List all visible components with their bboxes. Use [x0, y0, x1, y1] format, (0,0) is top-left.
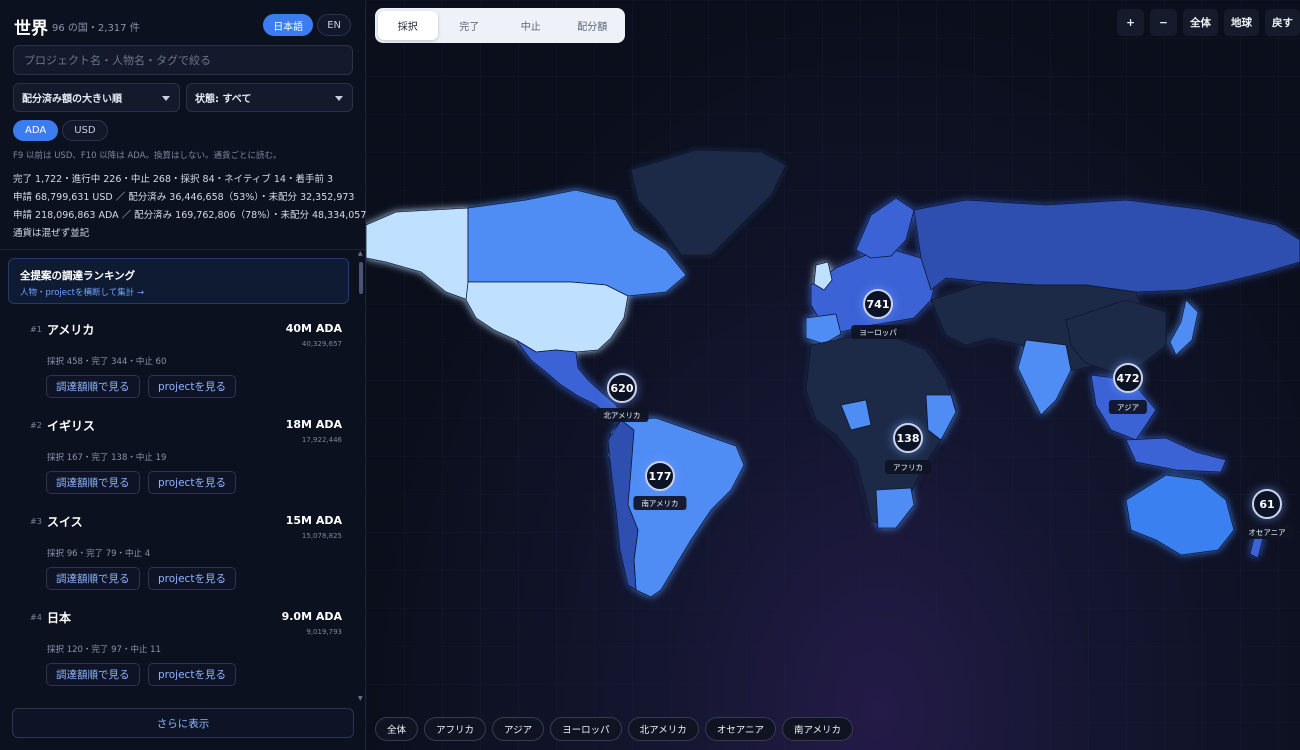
scrollbar-thumb[interactable]	[359, 262, 363, 294]
view-by-funding-button[interactable]: 調達額順で見る	[46, 663, 140, 686]
ranking-card-link[interactable]: 人物・projectを横断して集計 →	[20, 286, 144, 298]
fit-all-button[interactable]: 全体	[1183, 9, 1218, 36]
view-projects-button[interactable]: projectを見る	[148, 663, 236, 686]
cluster-label-oceania: オセアニア	[1240, 525, 1294, 539]
cluster-marker-south-america[interactable]: 177	[645, 461, 675, 491]
rank-amount: 40M ADA	[285, 322, 342, 335]
chevron-down-icon	[335, 96, 343, 101]
show-more-button[interactable]: さらに表示	[12, 708, 354, 738]
region-chip-south-america[interactable]: 南アメリカ	[782, 717, 854, 741]
cluster-marker-europe[interactable]: 741	[863, 289, 893, 319]
divider	[0, 249, 365, 250]
world-map[interactable]: 採択 完了 中止 配分額 + − 全体 地球 戻す 741 ヨーロッパ 620 …	[366, 0, 1300, 750]
status-select[interactable]: 状態: すべて	[186, 83, 353, 112]
stats-ada-line: 申請 218,096,863 ADA ／ 配分済み 169,762,806（78…	[13, 210, 367, 221]
tab-adopted[interactable]: 採択	[378, 11, 438, 40]
sort-select-value: 配分済み額の大きい順	[22, 94, 122, 105]
cluster-label-south-america: 南アメリカ	[633, 496, 687, 510]
metric-tabs: 採択 完了 中止 配分額	[375, 8, 625, 43]
rank-detail: 採択 167・完了 138・中止 19	[47, 453, 167, 463]
rank-country: スイス	[47, 515, 83, 529]
cluster-marker-oceania[interactable]: 61	[1252, 489, 1282, 519]
chevron-down-icon	[162, 96, 170, 101]
scroll-down-arrow-icon[interactable]: ▼	[358, 695, 363, 702]
rank-amount: 9.0M ADA	[281, 610, 342, 623]
rank-detail: 採択 120・完了 97・中止 11	[47, 645, 161, 655]
region-filter-chips: 全体 アフリカ アジア ヨーロッパ 北アメリカ オセアニア 南アメリカ	[375, 717, 854, 741]
stats-note-line: 通貨は混ぜず並記	[13, 228, 90, 239]
stats-usd-line: 申請 68,799,631 USD ／ 配分済み 36,446,658（53%）…	[13, 192, 355, 203]
cluster-label-asia: アジア	[1108, 400, 1148, 414]
rank-exact-amount: 40,329,657	[301, 340, 342, 348]
sort-select[interactable]: 配分済み額の大きい順	[13, 83, 180, 112]
view-by-funding-button[interactable]: 調達額順で見る	[46, 567, 140, 590]
rank-exact-amount: 9,019,793	[306, 628, 342, 636]
cluster-marker-asia[interactable]: 472	[1113, 363, 1143, 393]
ranking-card[interactable]: 全提案の調達ランキング 人物・projectを横断して集計 →	[8, 258, 349, 304]
zoom-in-button[interactable]: +	[1117, 9, 1144, 36]
zoom-out-button[interactable]: −	[1150, 9, 1177, 36]
rank-amount: 15M ADA	[285, 514, 342, 527]
cluster-marker-africa[interactable]: 138	[893, 423, 923, 453]
status-select-value: 状態: すべて	[195, 94, 252, 105]
tab-distributed[interactable]: 配分額	[563, 11, 623, 40]
reset-button[interactable]: 戻す	[1265, 9, 1300, 36]
scroll-up-arrow-icon[interactable]: ▲	[358, 250, 363, 257]
page-title: 世界	[14, 19, 48, 39]
tab-completed[interactable]: 完了	[440, 11, 500, 40]
region-chip-asia[interactable]: アジア	[492, 717, 545, 741]
search-input[interactable]	[13, 45, 353, 75]
page-subtitle: 96 の国・2,317 件	[52, 23, 140, 34]
currency-ada-button[interactable]: ADA	[13, 120, 59, 141]
currency-note: F9 以前は USD、F10 以降は ADA。換算はしない。通貨ごとに読む。	[13, 151, 282, 161]
rank-country: アメリカ	[47, 323, 95, 337]
stats-block: 完了 1,722・進行中 226・中止 268・採択 84・ネイティブ 14・着…	[13, 171, 366, 243]
rank-amount: 18M ADA	[285, 418, 342, 431]
view-projects-button[interactable]: projectを見る	[148, 375, 236, 398]
rank-exact-amount: 17,922,446	[301, 436, 342, 444]
rank-country: 日本	[47, 611, 72, 625]
cluster-label-africa: アフリカ	[885, 460, 931, 474]
rank-detail: 採択 458・完了 344・中止 60	[47, 357, 167, 367]
rank-exact-amount: 15,078,825	[301, 532, 342, 540]
rank-number: #3	[30, 517, 42, 526]
lang-en-button[interactable]: EN	[317, 14, 351, 36]
region-chip-all[interactable]: 全体	[375, 717, 419, 741]
sidebar-header: 世界 96 の国・2,317 件 日本語 EN	[14, 14, 351, 39]
cluster-marker-north-america[interactable]: 620	[607, 373, 637, 403]
rank-item: #2 イギリス 18M ADA 17,922,446 採択 167・完了 138…	[0, 417, 356, 509]
currency-usd-button[interactable]: USD	[62, 120, 108, 141]
region-chip-oceania[interactable]: オセアニア	[704, 717, 777, 741]
view-by-funding-button[interactable]: 調達額順で見る	[46, 375, 140, 398]
region-chip-europe[interactable]: ヨーロッパ	[550, 717, 622, 741]
sidebar: 世界 96 の国・2,317 件 日本語 EN 配分済み額の大きい順 状態: す…	[0, 0, 366, 750]
globe-button[interactable]: 地球	[1224, 9, 1259, 36]
region-chip-africa[interactable]: アフリカ	[424, 717, 487, 741]
rank-item: #3 スイス 15M ADA 15,078,825 採択 96・完了 79・中止…	[0, 513, 356, 605]
currency-toggle: ADA USD	[13, 120, 108, 141]
rank-number: #2	[30, 421, 42, 430]
rank-item: #1 アメリカ 40M ADA 40,329,657 採択 458・完了 344…	[0, 321, 356, 413]
tab-cancelled[interactable]: 中止	[501, 11, 561, 40]
lang-ja-button[interactable]: 日本語	[263, 14, 314, 36]
view-projects-button[interactable]: projectを見る	[148, 567, 236, 590]
map-canvas[interactable]	[366, 0, 1300, 750]
view-by-funding-button[interactable]: 調達額順で見る	[46, 471, 140, 494]
region-chip-north-america[interactable]: 北アメリカ	[627, 717, 699, 741]
rank-number: #1	[30, 325, 42, 334]
view-projects-button[interactable]: projectを見る	[148, 471, 236, 494]
cluster-label-north-america: 北アメリカ	[595, 408, 649, 422]
stats-status-line: 完了 1,722・進行中 226・中止 268・採択 84・ネイティブ 14・着…	[13, 174, 334, 185]
rank-detail: 採択 96・完了 79・中止 4	[47, 549, 151, 559]
ranking-card-title: 全提案の調達ランキング	[20, 270, 136, 282]
rank-country: イギリス	[47, 419, 96, 433]
cluster-label-europe: ヨーロッパ	[851, 325, 905, 339]
map-controls: + − 全体 地球 戻す	[1117, 9, 1300, 36]
language-toggle: 日本語 EN	[263, 14, 351, 36]
rank-item: #4 日本 9.0M ADA 9,019,793 採択 120・完了 97・中止…	[0, 609, 356, 701]
rank-number: #4	[30, 613, 42, 622]
